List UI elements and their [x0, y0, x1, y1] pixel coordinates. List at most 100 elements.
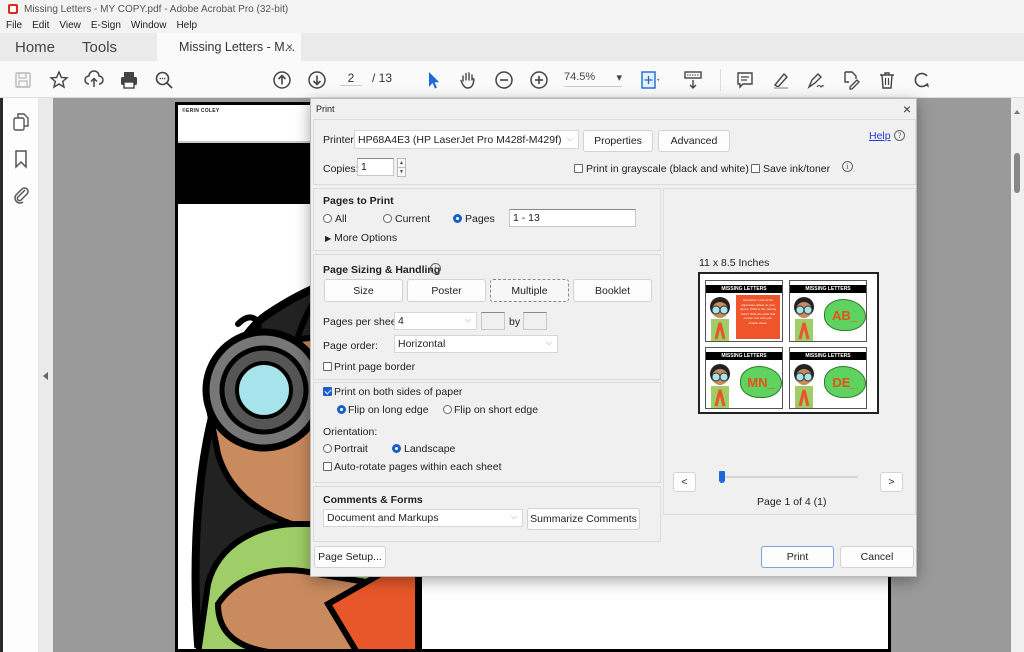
preview-thumbnail: MISSING LETTERS Directions: Look at the …: [705, 280, 783, 342]
tab-document[interactable]: Missing Letters - M... ×: [157, 33, 302, 61]
zoom-in-icon[interactable]: [528, 69, 550, 91]
thumbnail-character: [710, 297, 730, 341]
previous-preview-button[interactable]: <: [673, 472, 696, 492]
thumbnail-letters: AB_: [824, 299, 866, 331]
scrollbar-thumb[interactable]: [1014, 153, 1020, 193]
zoom-out-icon[interactable]: [493, 69, 515, 91]
rotate-icon[interactable]: [911, 69, 933, 91]
rows-input[interactable]: [523, 312, 547, 330]
save-icon[interactable]: [12, 69, 34, 91]
more-options-toggle[interactable]: ▶ More Options: [325, 232, 397, 244]
left-navigation-panel: [3, 98, 39, 652]
star-icon[interactable]: [48, 69, 70, 91]
pages-per-sheet-select[interactable]: 4 ⌵: [394, 312, 477, 330]
stepper-down-icon[interactable]: ▼: [398, 168, 405, 177]
info-icon[interactable]: i: [430, 263, 441, 274]
highlight-pen-icon[interactable]: [770, 69, 792, 91]
thumbnail-letters: MN_: [740, 366, 782, 398]
thumbnail-header: MISSING LETTERS: [706, 285, 782, 293]
chevron-down-icon: ⌵: [566, 133, 573, 143]
chevron-down-icon: ⌵: [545, 338, 552, 347]
previous-page-icon[interactable]: [271, 69, 293, 91]
page-setup-button[interactable]: Page Setup...: [314, 546, 386, 568]
page-display-icon[interactable]: [638, 69, 660, 91]
vertical-scrollbar[interactable]: [1011, 98, 1024, 652]
radio-flip-short[interactable]: [443, 405, 452, 414]
scroll-mode-icon[interactable]: [682, 69, 704, 91]
stepper-up-icon[interactable]: ▲: [398, 159, 405, 168]
chevron-down-icon: ⌵: [510, 512, 517, 521]
tab-tools[interactable]: Tools: [67, 33, 129, 61]
radio-current[interactable]: [383, 214, 392, 223]
select-cursor-icon[interactable]: [422, 69, 444, 91]
preview-slider-thumb[interactable]: [719, 471, 725, 483]
comments-forms-heading: Comments & Forms: [323, 494, 423, 506]
menu-help[interactable]: Help: [176, 20, 197, 31]
save-ink-checkbox[interactable]: [751, 164, 760, 173]
preview-slider-track[interactable]: [722, 476, 858, 478]
panel-collapse-handle[interactable]: [39, 98, 53, 652]
bookmark-icon[interactable]: [11, 149, 31, 169]
chevron-down-icon: ▾: [616, 72, 622, 84]
multiple-button[interactable]: Multiple: [490, 279, 569, 302]
current-page-input[interactable]: 2: [340, 71, 362, 86]
cloud-upload-icon[interactable]: [83, 69, 105, 91]
page-range-input[interactable]: 1 - 13: [509, 209, 636, 227]
paper-size-label: 11 x 8.5 Inches: [699, 257, 770, 269]
radio-all[interactable]: [323, 214, 332, 223]
comment-icon[interactable]: [734, 69, 756, 91]
tab-home[interactable]: Home: [0, 33, 67, 61]
menu-window[interactable]: Window: [131, 20, 167, 31]
delete-icon[interactable]: [876, 69, 898, 91]
comments-forms-select[interactable]: Document and Markups ⌵: [323, 509, 523, 527]
pages-to-print-heading: Pages to Print: [323, 195, 394, 207]
close-dialog-icon[interactable]: ×: [903, 101, 911, 117]
comments-forms-value: Document and Markups: [327, 512, 439, 524]
chevron-down-icon: ⌵: [464, 315, 471, 324]
booklet-button[interactable]: Booklet: [573, 279, 652, 302]
grayscale-checkbox[interactable]: [574, 164, 583, 173]
next-preview-button[interactable]: >: [880, 472, 903, 492]
print-icon[interactable]: [118, 69, 140, 91]
attachment-icon[interactable]: [11, 184, 31, 204]
size-button[interactable]: Size: [324, 279, 403, 302]
columns-input[interactable]: [481, 312, 505, 330]
printer-select[interactable]: HP68A4E3 (HP LaserJet Pro M428f-M429f) ⌵: [354, 130, 579, 149]
menu-esign[interactable]: E-Sign: [91, 20, 121, 31]
print-border-checkbox[interactable]: [323, 362, 332, 371]
search-icon[interactable]: [153, 69, 175, 91]
help-link[interactable]: Help: [869, 130, 891, 142]
next-page-icon[interactable]: [306, 69, 328, 91]
close-tab-icon[interactable]: ×: [286, 40, 293, 54]
cancel-button[interactable]: Cancel: [840, 546, 914, 568]
properties-button[interactable]: Properties: [583, 130, 653, 152]
menu-edit[interactable]: Edit: [32, 20, 49, 31]
copies-input[interactable]: 1: [357, 158, 394, 176]
help-question-icon[interactable]: ?: [894, 130, 905, 141]
menu-view[interactable]: View: [59, 20, 81, 31]
zoom-level-dropdown[interactable]: 74.5% ▾: [564, 71, 622, 87]
radio-flip-long[interactable]: [337, 405, 346, 414]
tab-bar: Home Tools Missing Letters - M... ×: [0, 33, 1024, 61]
page-order-value: Horizontal: [398, 338, 446, 350]
info-icon[interactable]: i: [842, 161, 853, 172]
advanced-button[interactable]: Advanced: [658, 130, 730, 152]
radio-portrait[interactable]: [323, 444, 332, 453]
page-order-select[interactable]: Horizontal ⌵: [394, 335, 558, 353]
poster-button[interactable]: Poster: [407, 279, 486, 302]
radio-landscape[interactable]: [392, 444, 401, 453]
summarize-comments-button[interactable]: Summarize Comments: [527, 508, 640, 530]
copies-stepper[interactable]: ▲ ▼: [397, 158, 406, 177]
edit-pdf-icon[interactable]: [840, 69, 862, 91]
page-thumbnails-icon[interactable]: [11, 112, 31, 132]
auto-rotate-checkbox[interactable]: [323, 462, 332, 471]
print-button[interactable]: Print: [761, 546, 834, 568]
both-sides-checkbox[interactable]: [323, 387, 332, 396]
fill-sign-icon[interactable]: [805, 69, 827, 91]
copies-label: Copies:: [323, 163, 359, 175]
menu-file[interactable]: File: [6, 20, 22, 31]
scroll-up-arrow-icon[interactable]: [1014, 110, 1020, 114]
tab-document-label: Missing Letters - M...: [179, 40, 296, 54]
radio-pages[interactable]: [453, 214, 462, 223]
hand-tool-icon[interactable]: [457, 69, 479, 91]
